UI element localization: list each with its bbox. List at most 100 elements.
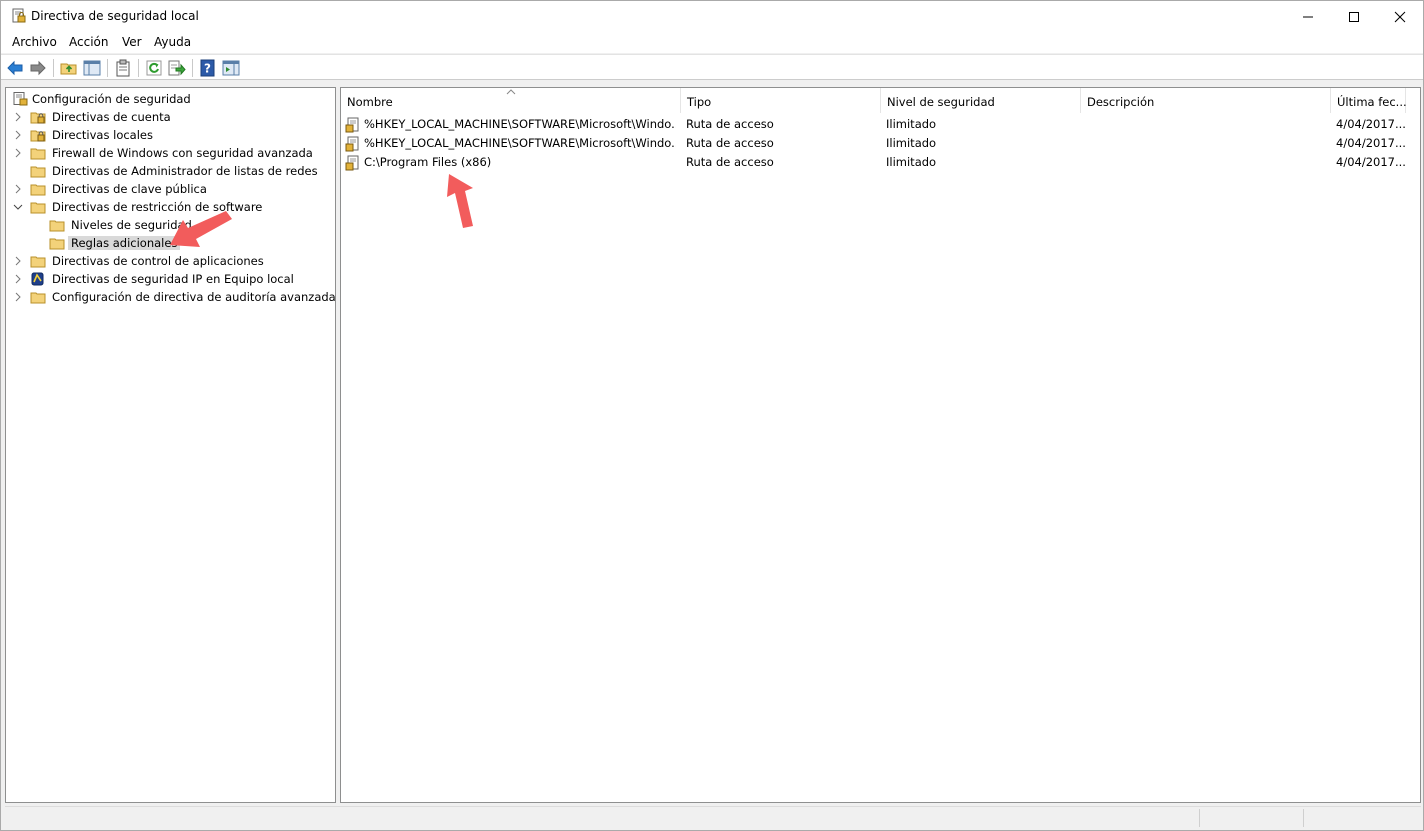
folder-icon bbox=[30, 184, 46, 196]
cell-type: Ruta de acceso bbox=[686, 155, 774, 169]
folder-icon bbox=[30, 148, 46, 160]
cell-level: Ilimitado bbox=[886, 117, 937, 131]
svg-text:?: ? bbox=[204, 62, 211, 76]
chevron-right-icon[interactable] bbox=[13, 130, 23, 140]
tree-item[interactable]: Directivas de cuenta bbox=[6, 108, 335, 126]
toolbar-separator bbox=[107, 59, 108, 77]
menu-accion[interactable]: Acción bbox=[69, 35, 108, 49]
column-header-ultima-fecha[interactable]: Última fec... bbox=[1331, 88, 1407, 113]
chevron-right-icon[interactable] bbox=[13, 292, 23, 302]
tree-item-label: Directivas de Administrador de listas de… bbox=[52, 164, 318, 178]
tree-item-label: Firewall de Windows con seguridad avanza… bbox=[52, 146, 313, 160]
status-divider bbox=[1199, 809, 1200, 827]
tree-item-label: Reglas adicionales bbox=[68, 236, 181, 250]
cell-type: Ruta de acceso bbox=[686, 136, 774, 150]
annotation-arrow-icon bbox=[447, 174, 473, 228]
menu-ver[interactable]: Ver bbox=[122, 35, 142, 49]
cell-level: Ilimitado bbox=[886, 155, 937, 169]
close-icon bbox=[1394, 11, 1406, 22]
back-arrow-icon[interactable] bbox=[6, 59, 24, 77]
toolbar-separator bbox=[138, 59, 139, 77]
app-window: Directiva de seguridad local Archivo Acc… bbox=[0, 0, 1424, 831]
forward-arrow-icon[interactable] bbox=[29, 59, 47, 77]
cell-date: 4/04/2017... bbox=[1336, 136, 1406, 150]
show-hide-tree-icon[interactable] bbox=[83, 59, 101, 77]
column-header-tipo[interactable]: Tipo bbox=[681, 88, 881, 113]
maximize-icon bbox=[1349, 11, 1359, 22]
minimize-icon bbox=[1303, 16, 1313, 17]
security-policy-app-icon bbox=[12, 8, 26, 23]
path-rule-icon bbox=[345, 117, 359, 133]
lock-folder-icon bbox=[30, 112, 46, 124]
lock-folder-icon bbox=[30, 130, 46, 142]
cell-type: Ruta de acceso bbox=[686, 117, 774, 131]
tree-item-label: Directivas de seguridad IP en Equipo loc… bbox=[52, 272, 294, 286]
close-button[interactable] bbox=[1377, 1, 1423, 32]
security-settings-icon bbox=[13, 92, 28, 106]
chevron-right-icon[interactable] bbox=[13, 148, 23, 158]
tree-item[interactable]: Directivas locales bbox=[6, 126, 335, 144]
column-header-descripcion[interactable]: Descripción bbox=[1081, 88, 1331, 113]
ip-security-icon bbox=[31, 272, 44, 286]
cell-name: C:\Program Files (x86) bbox=[364, 155, 492, 169]
tree-item-label: Directivas de control de aplicaciones bbox=[52, 254, 264, 268]
chevron-down-icon[interactable] bbox=[13, 202, 23, 212]
title-bar[interactable]: Directiva de seguridad local bbox=[1, 1, 1423, 32]
window-title: Directiva de seguridad local bbox=[31, 9, 199, 23]
annotation-arrow-icon bbox=[170, 211, 232, 247]
sort-ascending-icon bbox=[506, 89, 516, 95]
refresh-icon[interactable] bbox=[145, 59, 163, 77]
tree-item[interactable]: Directivas de Administrador de listas de… bbox=[6, 162, 335, 180]
tree-item-label: Directivas locales bbox=[52, 128, 153, 142]
list-row[interactable]: %HKEY_LOCAL_MACHINE\SOFTWARE\Microsoft\W… bbox=[341, 134, 1420, 153]
cell-level: Ilimitado bbox=[886, 136, 937, 150]
status-bar bbox=[5, 806, 1421, 828]
tree-root-label: Configuración de seguridad bbox=[32, 92, 191, 106]
path-rule-icon bbox=[345, 136, 359, 152]
minimize-button[interactable] bbox=[1285, 1, 1331, 32]
folder-icon bbox=[49, 238, 65, 250]
menu-bar: Archivo Acción Ver Ayuda bbox=[1, 32, 1423, 53]
toolbar-separator bbox=[192, 59, 193, 77]
column-header-nombre[interactable]: Nombre bbox=[341, 88, 681, 113]
menu-ayuda[interactable]: Ayuda bbox=[154, 35, 191, 49]
tree-root[interactable]: Configuración de seguridad bbox=[6, 90, 335, 108]
list-row[interactable]: C:\Program Files (x86) Ruta de acceso Ilim… bbox=[341, 153, 1420, 172]
maximize-button[interactable] bbox=[1331, 1, 1377, 32]
folder-icon bbox=[30, 292, 46, 304]
tree-item[interactable]: Firewall de Windows con seguridad avanza… bbox=[6, 144, 335, 162]
action-pane-icon[interactable] bbox=[222, 59, 240, 77]
clipboard-icon[interactable] bbox=[114, 59, 132, 77]
tree-item-label: Directivas de cuenta bbox=[52, 110, 171, 124]
results-list[interactable]: Nombre Tipo Nivel de seguridad Descripci… bbox=[340, 87, 1421, 803]
status-divider bbox=[1303, 809, 1304, 827]
help-icon[interactable]: ? bbox=[199, 59, 217, 77]
tree-item-label: Directivas de clave pública bbox=[52, 182, 207, 196]
menu-archivo[interactable]: Archivo bbox=[12, 35, 57, 49]
tree-item[interactable]: Directivas de clave pública bbox=[6, 180, 335, 198]
cell-date: 4/04/2017... bbox=[1336, 117, 1406, 131]
console-tree[interactable]: Configuración de seguridad Directivas de… bbox=[5, 87, 336, 803]
toolbar: ? bbox=[1, 54, 1423, 80]
tree-item[interactable]: Directivas de seguridad IP en Equipo loc… bbox=[6, 270, 335, 288]
column-header-nivel[interactable]: Nivel de seguridad bbox=[881, 88, 1081, 113]
cell-name: %HKEY_LOCAL_MACHINE\SOFTWARE\Microsoft\W… bbox=[364, 136, 676, 150]
folder-icon bbox=[30, 202, 46, 214]
list-row[interactable]: %HKEY_LOCAL_MACHINE\SOFTWARE\Microsoft\W… bbox=[341, 115, 1420, 134]
path-rule-icon bbox=[345, 155, 359, 171]
up-folder-icon[interactable] bbox=[60, 59, 78, 77]
folder-icon bbox=[49, 220, 65, 232]
chevron-right-icon[interactable] bbox=[13, 184, 23, 194]
cell-name: %HKEY_LOCAL_MACHINE\SOFTWARE\Microsoft\W… bbox=[364, 117, 676, 131]
folder-icon bbox=[30, 166, 46, 178]
cell-date: 4/04/2017... bbox=[1336, 155, 1406, 169]
chevron-right-icon[interactable] bbox=[13, 112, 23, 122]
chevron-right-icon[interactable] bbox=[13, 274, 23, 284]
export-list-icon[interactable] bbox=[168, 59, 186, 77]
folder-icon bbox=[30, 256, 46, 268]
tree-item[interactable]: Directivas de control de aplicaciones bbox=[6, 252, 335, 270]
tree-item[interactable]: Configuración de directiva de auditoría … bbox=[6, 288, 336, 306]
chevron-right-icon[interactable] bbox=[13, 256, 23, 266]
toolbar-separator bbox=[53, 59, 54, 77]
tree-item-label: Configuración de directiva de auditoría … bbox=[52, 290, 336, 304]
